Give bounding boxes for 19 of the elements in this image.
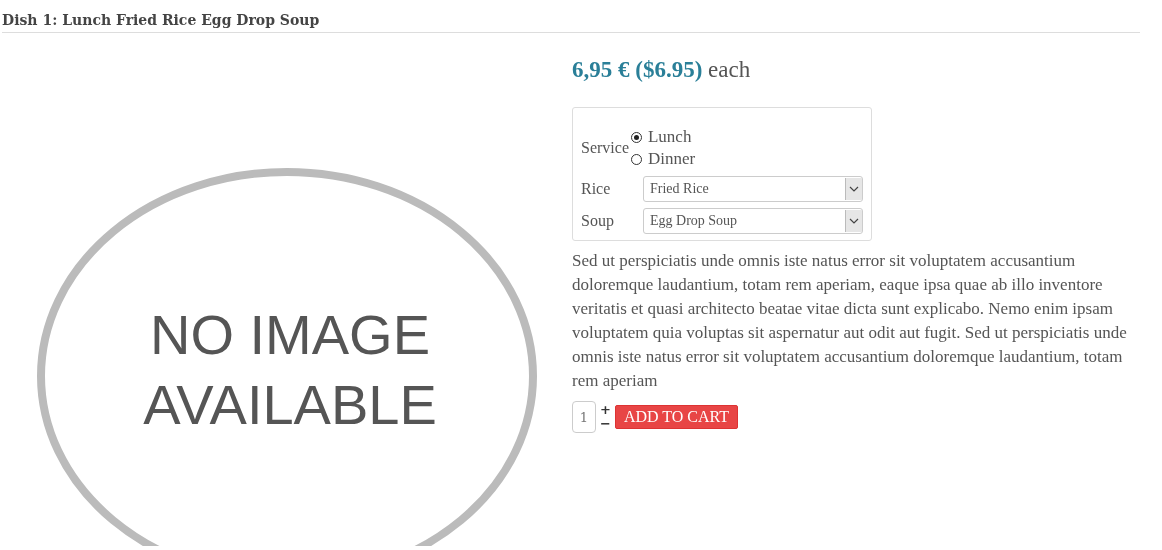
price-unit: each — [708, 57, 751, 82]
add-to-cart-button[interactable]: ADD TO CART — [614, 405, 739, 429]
dropdown[interactable]: Fried Rice — [643, 176, 863, 202]
increment-button[interactable]: + — [600, 403, 611, 417]
description: Sed ut perspiciatis unde omnis iste natus error sit voluptatem accusantium doloremque laudantium, totam rem aperiam, eaque ipsa quae ab illo inventore veritatis et quasi architecto beatae vitae dicta sunt explicabo. Nemo enim ipsam voluptatem quia voluptas sit aspernatur aut odit aut fugit. Sed ut perspiciatis unde omnis iste natus error sit voluptatem accusantium doloremque laudantium, totam rem aperiam — [572, 250, 1128, 392]
service-label: Service — [581, 139, 629, 157]
quantity-field[interactable]: 1 — [572, 401, 596, 433]
dish-title: Dish 1: Lunch Fried Rice Egg Drop Soup — [2, 12, 1140, 33]
select-label: Soup — [581, 212, 615, 230]
select-label: Rice — [581, 180, 612, 198]
chevron-down-icon — [849, 186, 859, 192]
decrement-button[interactable]: − — [600, 417, 611, 431]
placeholder-text: NO IMAGE — [150, 303, 430, 366]
placeholder-text: AVAILABLE — [143, 373, 437, 436]
service-option[interactable]: Lunch — [631, 126, 696, 148]
chevron-down-icon — [849, 218, 859, 224]
dropdown[interactable]: Egg Drop Soup — [643, 208, 863, 234]
price: 6,95 € ($6.95) — [572, 57, 703, 82]
service-option[interactable]: Dinner — [631, 148, 696, 170]
